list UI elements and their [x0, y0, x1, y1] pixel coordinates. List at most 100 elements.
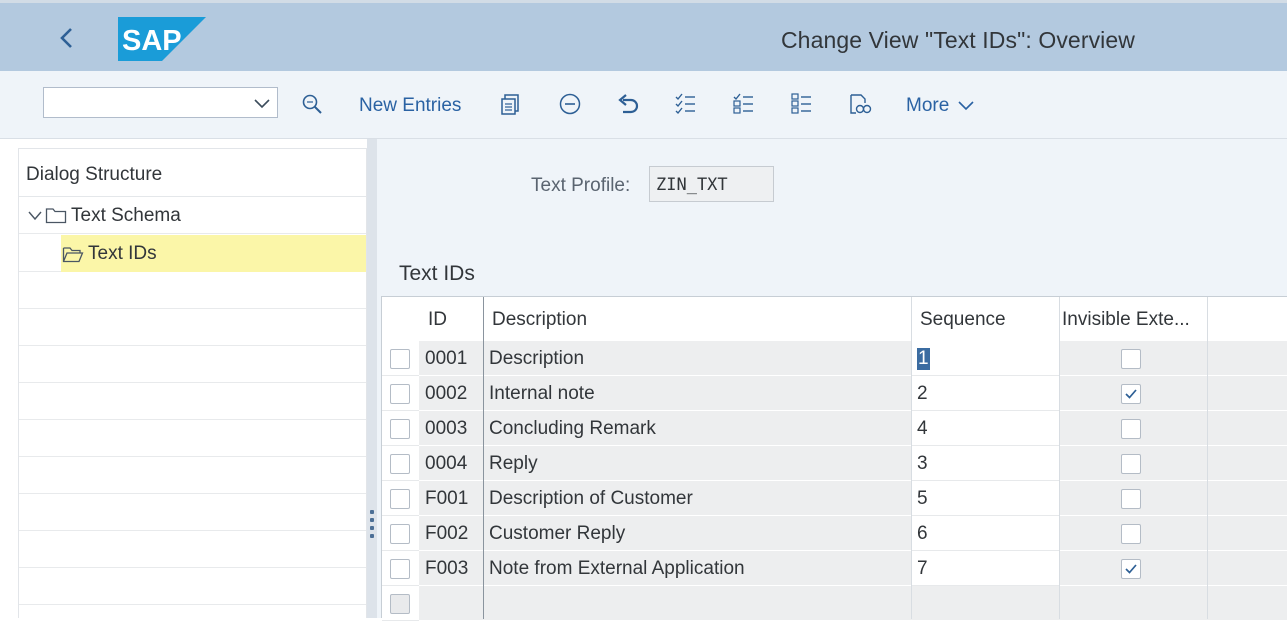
sequence-input[interactable]: 2 — [911, 376, 1059, 411]
row-selector-checkbox[interactable] — [390, 419, 410, 439]
toolbar: New Entries More — [0, 71, 1287, 139]
id-value: F001 — [425, 488, 469, 509]
chevron-down-icon[interactable] — [27, 209, 43, 223]
invisible-external-checkbox[interactable] — [1121, 524, 1141, 544]
new-entries-button[interactable]: New Entries — [359, 95, 461, 117]
tree-empty-row — [19, 531, 366, 568]
splitter-grip-dot — [370, 534, 374, 538]
sequence-value: 5 — [917, 488, 928, 509]
folder-icon — [45, 208, 67, 224]
row-selector-checkbox[interactable] — [390, 454, 410, 474]
sequence-input[interactable]: 4 — [911, 411, 1059, 446]
tree-node-text-ids[interactable]: Text IDs — [19, 235, 366, 272]
chevron-down-icon[interactable] — [251, 92, 273, 114]
table-row[interactable]: 0003 Concluding Remark 4 — [382, 411, 1287, 446]
id-value: 0004 — [425, 453, 468, 474]
invisible-external-checkbox[interactable] — [1121, 349, 1141, 369]
sequence-input[interactable]: 7 — [911, 551, 1059, 586]
sequence-input[interactable]: 6 — [911, 516, 1059, 551]
deselect-all-icon[interactable] — [731, 91, 757, 117]
splitter-grip-dot — [370, 518, 374, 522]
dialog-structure-title: Dialog Structure — [26, 164, 163, 185]
table-row[interactable]: 0002 Internal note 2 — [382, 376, 1287, 411]
column-header-id[interactable]: ID — [419, 297, 483, 341]
row-selector-checkbox[interactable] — [390, 559, 410, 579]
delete-icon[interactable] — [557, 91, 583, 117]
id-value: 0001 — [425, 348, 468, 369]
tree-node-label: Text Schema — [71, 205, 181, 226]
row-selector-cell — [382, 516, 419, 551]
command-field[interactable] — [43, 87, 278, 118]
splitter-grip-dot — [370, 510, 374, 514]
copy-icon[interactable] — [498, 91, 524, 117]
description-value: Reply — [489, 453, 538, 474]
description-value: Description — [489, 348, 585, 369]
select-all-icon[interactable] — [673, 91, 699, 117]
sequence-value: 2 — [917, 383, 928, 404]
table-row[interactable]: 0004 Reply 3 — [382, 446, 1287, 481]
description-cell: Note from External Application — [483, 551, 911, 586]
invisible-external-cell — [1059, 481, 1207, 516]
row-selector-checkbox[interactable] — [390, 524, 410, 544]
row-selector-checkbox[interactable] — [390, 384, 410, 404]
row-selector-checkbox[interactable] — [390, 349, 410, 369]
description-cell: Customer Reply — [483, 516, 911, 551]
back-button[interactable] — [52, 23, 82, 53]
description-cell: Reply — [483, 446, 911, 481]
text-profile-field: ZIN_TXT — [649, 166, 774, 202]
row-selector-header[interactable] — [382, 297, 419, 341]
more-menu-button[interactable]: More — [906, 95, 975, 117]
description-value: Concluding Remark — [489, 418, 656, 439]
table-row[interactable]: F003 Note from External Application 7 — [382, 551, 1287, 586]
table-row[interactable]: 0001 Description 1 — [382, 341, 1287, 376]
pane-splitter[interactable] — [367, 139, 377, 618]
print-preview-icon[interactable] — [847, 91, 873, 117]
tree-node-label: Text IDs — [88, 243, 157, 264]
column-header-invisible-external[interactable]: Invisible Exte... — [1059, 297, 1207, 341]
sequence-input[interactable]: 5 — [911, 481, 1059, 516]
filler-cell — [1207, 481, 1287, 516]
invisible-external-checkbox[interactable] — [1121, 489, 1141, 509]
undo-icon[interactable] — [615, 91, 641, 117]
invisible-external-checkbox[interactable] — [1121, 419, 1141, 439]
id-value: F002 — [425, 523, 469, 544]
tree-empty-row — [19, 568, 366, 605]
filler-cell — [1207, 376, 1287, 411]
sequence-input[interactable]: 3 — [911, 446, 1059, 481]
column-header-sequence[interactable]: Sequence — [911, 297, 1059, 341]
chevron-left-icon — [60, 28, 72, 48]
invisible-external-checkbox[interactable] — [1121, 384, 1141, 404]
splitter-grip-dot — [370, 526, 374, 530]
id-value: F003 — [425, 558, 469, 579]
row-selector-checkbox[interactable] — [390, 489, 410, 509]
id-cell: F001 — [419, 481, 483, 516]
invisible-external-checkbox[interactable] — [1121, 559, 1141, 579]
tree-empty-row — [19, 272, 366, 309]
column-divider — [483, 297, 484, 619]
invisible-external-cell — [1059, 341, 1207, 376]
open-folder-icon — [62, 247, 84, 263]
text-profile-value: ZIN_TXT — [656, 175, 728, 195]
column-header-label: Description — [492, 309, 588, 330]
table-row[interactable]: F002 Customer Reply 6 — [382, 516, 1287, 551]
empty-row-fill — [419, 586, 1287, 621]
column-header-description[interactable]: Description — [483, 297, 911, 341]
text-profile-label: Text Profile: — [531, 175, 631, 196]
filler-cell — [1207, 516, 1287, 551]
row-selector-checkbox — [390, 594, 410, 614]
id-cell: F003 — [419, 551, 483, 586]
filler-cell — [1207, 551, 1287, 586]
invisible-external-checkbox[interactable] — [1121, 454, 1141, 474]
sap-logo: SAP — [118, 17, 206, 61]
row-selector-cell — [382, 481, 419, 516]
tree-empty-row — [19, 494, 366, 531]
shell-header: SAP Change View "Text IDs": Overview — [0, 0, 1287, 71]
table-row[interactable]: F001 Description of Customer 5 — [382, 481, 1287, 516]
column-header-label: Sequence — [920, 309, 1006, 330]
sequence-input[interactable]: 1 — [911, 341, 1059, 376]
search-icon[interactable] — [299, 91, 325, 117]
id-cell: 0002 — [419, 376, 483, 411]
tree-empty-row — [19, 383, 366, 420]
select-block-icon[interactable] — [789, 91, 815, 117]
tree-node-text-schema[interactable]: Text Schema — [19, 197, 366, 234]
